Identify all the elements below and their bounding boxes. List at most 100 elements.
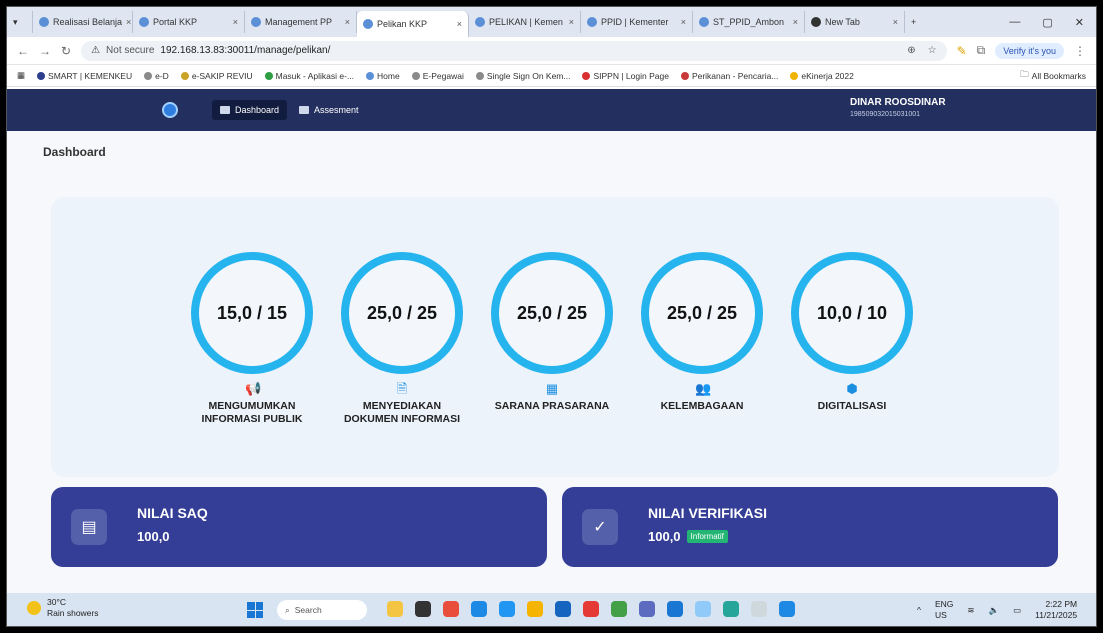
windows-start-icon[interactable]	[247, 602, 263, 618]
not-secure-label[interactable]: Not secure	[106, 45, 154, 56]
url-text[interactable]: 192.168.13.83:30011/manage/pelikan/	[160, 45, 330, 56]
nilai-saq-card: ▤ NILAI SAQ 100,0	[51, 487, 547, 567]
teams-icon[interactable]	[639, 601, 655, 617]
favicon-icon	[475, 17, 485, 27]
close-icon[interactable]: ×	[345, 17, 350, 27]
extensions-icon[interactable]: ⧉	[977, 43, 986, 58]
tab-pelikan-kkp[interactable]: Pelikan KKP ×	[357, 11, 469, 37]
bookmark-label: Masuk - Aplikasi e-...	[275, 70, 355, 81]
verify-profile-button[interactable]: Verify it's you	[995, 42, 1064, 59]
store-icon[interactable]	[499, 601, 515, 617]
weather-icon	[27, 601, 41, 615]
edge-icon[interactable]	[471, 601, 487, 617]
card-title: NILAI VERIFIKASI	[648, 505, 768, 521]
url-input[interactable]: ⚠ Not secure 192.168.13.83:30011/manage/…	[81, 40, 947, 61]
zoom-icon[interactable]: ⊕	[907, 45, 915, 56]
bookmark-item[interactable]: SMART | KEMENKEU	[37, 71, 132, 81]
tab-management[interactable]: Management PP ×	[245, 11, 357, 33]
app-icon[interactable]	[443, 601, 459, 617]
nav-dashboard[interactable]: Dashboard	[212, 100, 288, 120]
volume-icon[interactable]: 🔈	[989, 605, 1000, 616]
score-item-mengumumkan: 15,0 / 15 📢 MENGUMUMKAN INFORMASI PUBLIK	[187, 252, 317, 426]
bookmark-item[interactable]: SIPPN | Login Page	[582, 71, 669, 81]
app-icon[interactable]	[695, 601, 711, 617]
tab-st-ppid[interactable]: ST_PPID_Ambon ×	[693, 11, 805, 33]
score-value: 25,0 / 25	[366, 302, 438, 323]
maximize-icon[interactable]: ▢	[1042, 16, 1052, 29]
score-value: 25,0 / 25	[516, 302, 588, 323]
forward-icon[interactable]: →	[39, 44, 51, 58]
bookmark-item[interactable]: Single Sign On Kem...	[475, 70, 571, 81]
close-icon[interactable]: ×	[569, 17, 574, 27]
tab-portal-kkp[interactable]: Portal KKP ×	[133, 11, 245, 33]
bookmark-icon	[180, 71, 189, 80]
tab-new-tab[interactable]: New Tab ×	[805, 11, 905, 33]
language-indicator[interactable]: ENG US	[935, 599, 953, 621]
chevron-up-icon[interactable]: ^	[917, 605, 921, 616]
chrome-icon[interactable]	[611, 601, 627, 617]
file-explorer-icon[interactable]	[527, 601, 543, 617]
reload-icon[interactable]: ↻	[61, 44, 71, 58]
score-label: SARANA PRASARANA	[494, 400, 610, 412]
warning-icon[interactable]: ⚠	[91, 45, 100, 56]
close-icon[interactable]: ×	[681, 17, 686, 27]
star-icon[interactable]: ☆	[928, 45, 937, 56]
card-value: 100,0 Informatif	[648, 529, 728, 544]
copilot-icon[interactable]	[387, 601, 403, 617]
close-icon[interactable]: ×	[233, 17, 238, 27]
close-icon[interactable]: ×	[893, 17, 898, 27]
app-icon[interactable]	[779, 601, 795, 617]
bookmark-item[interactable]: Masuk - Aplikasi e-...	[264, 70, 355, 81]
page-title: Dashboard	[43, 145, 106, 159]
all-bookmarks-button[interactable]: 🗀 All Bookmarks	[1020, 69, 1096, 83]
app-icon[interactable]	[667, 601, 683, 617]
minimize-icon[interactable]: —	[1009, 16, 1020, 29]
favicon-icon	[587, 17, 597, 27]
bookmark-item[interactable]: e-D	[144, 71, 169, 81]
bookmark-item[interactable]: e-SAKIP REVIU	[180, 71, 253, 81]
nav-assessment[interactable]: Assesment	[299, 100, 359, 120]
search-label: Search	[294, 605, 322, 615]
main-content: Dashboard 15,0 / 15 📢 MENGUMUMKAN INFORM…	[7, 131, 1096, 593]
score-item-digitalisasi: 10,0 / 10 ⬢ DIGITALISASI	[787, 252, 917, 413]
app-header: Dashboard Assesment DINAR ROOSDINAR 1985…	[7, 89, 1096, 131]
task-view-icon[interactable]	[415, 601, 431, 617]
bookmark-item[interactable]: Perikanan - Pencaria...	[680, 71, 778, 81]
taskbar-apps	[387, 601, 795, 617]
new-tab-button[interactable]: +	[905, 11, 922, 33]
back-icon[interactable]: ←	[17, 44, 29, 58]
bookmark-item[interactable]: eKinerja 2022	[790, 70, 854, 81]
tab-ppid[interactable]: PPID | Kementer ×	[581, 11, 693, 33]
bookmark-label: Single Sign On Kem...	[486, 70, 571, 81]
app-icon[interactable]	[751, 601, 767, 617]
outlook-icon[interactable]	[555, 601, 571, 617]
apps-grid-icon[interactable]: ▦	[17, 70, 25, 81]
app-logo[interactable]	[162, 102, 178, 118]
close-icon[interactable]: ×	[793, 17, 798, 27]
close-icon[interactable]: ×	[126, 17, 131, 27]
wifi-icon[interactable]: ≋	[967, 605, 974, 616]
close-window-icon[interactable]: ✕	[1075, 16, 1084, 29]
score-label: KELEMBAGAAN	[660, 400, 744, 412]
clock[interactable]: 2:22 PM 11/21/2025	[1035, 599, 1077, 621]
user-profile[interactable]: DINAR ROOSDINAR 198509032015031001	[850, 97, 946, 121]
tab-realisasi[interactable]: Realisasi Belanja ×	[33, 11, 133, 33]
bookmark-item[interactable]: Home	[366, 71, 400, 81]
tab-label: Realisasi Belanja	[53, 17, 123, 27]
tab-menu-button[interactable]: ▾	[7, 11, 33, 33]
weather-widget[interactable]: 30°C Rain showers	[27, 597, 99, 619]
score-value: 15,0 / 15	[216, 302, 288, 323]
close-icon[interactable]: ×	[457, 19, 462, 29]
whatsapp-icon[interactable]	[723, 601, 739, 617]
bookmark-label: eKinerja 2022	[801, 70, 854, 81]
score-item-kelembagaan: 25,0 / 25 👥 KELEMBAGAAN	[637, 252, 767, 413]
bookmark-item[interactable]: E-Pegawai	[411, 71, 464, 81]
tab-strip: ▾ Realisasi Belanja × Portal KKP × Managem…	[7, 7, 1096, 37]
app-icon[interactable]	[583, 601, 599, 617]
extension-pencil-icon[interactable]: ✎	[957, 44, 967, 58]
tab-pelikan-kemen[interactable]: PELIKAN | Kemen ×	[469, 11, 581, 33]
battery-icon[interactable]: ▭	[1013, 605, 1021, 616]
taskbar-search[interactable]: ⌕ Search	[277, 600, 367, 620]
menu-kebab-icon[interactable]: ⋮	[1074, 44, 1096, 58]
bookmark-icon	[264, 71, 273, 80]
